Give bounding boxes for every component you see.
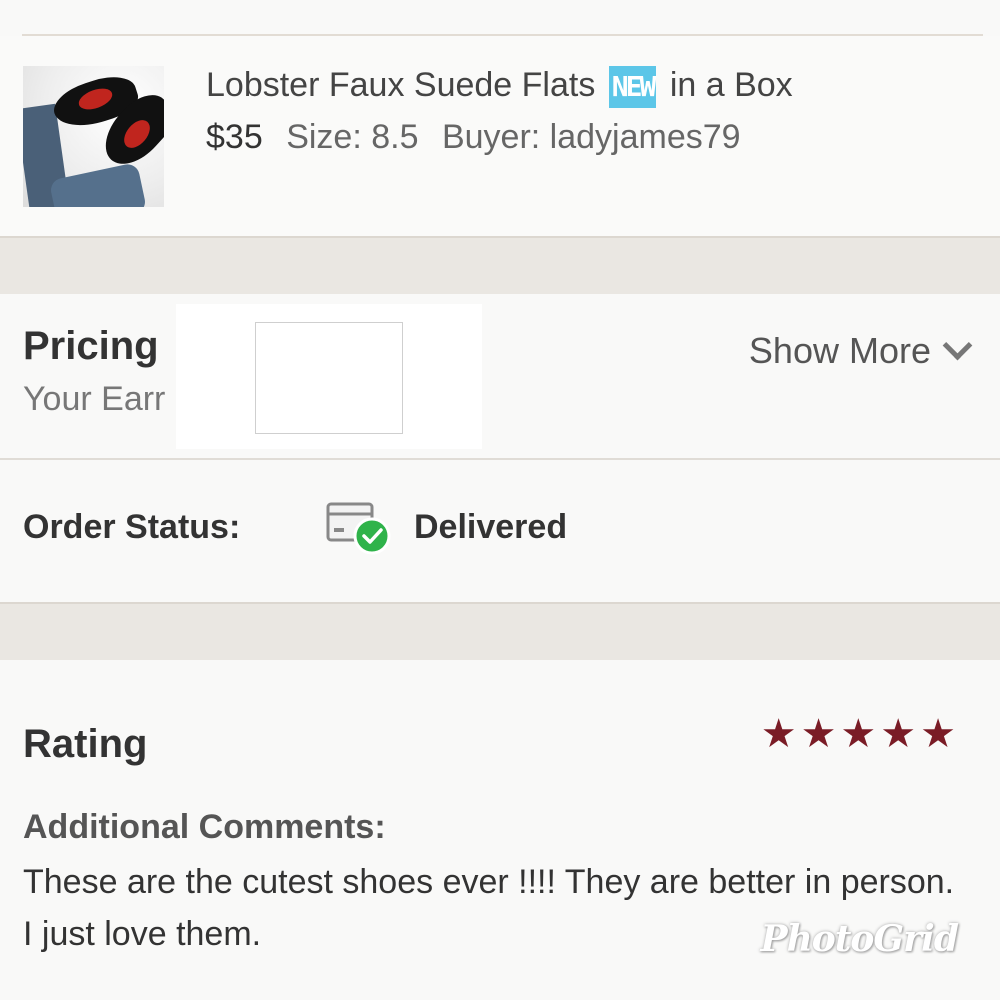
product-buyer: Buyer: ladyjames79: [441, 118, 741, 156]
pricing-section: Pricing Your Earr Show More: [0, 294, 1000, 458]
product-thumbnail[interactable]: [23, 66, 164, 207]
product-size: Size: 8.5: [286, 118, 419, 156]
section-separator: [0, 236, 1000, 296]
star-icon: ★: [840, 712, 877, 756]
pricing-earnings-label: Your Earr: [23, 380, 166, 418]
product-title[interactable]: Lobster Faux Suede Flats NEW in a Box: [206, 66, 793, 109]
section-separator: [0, 602, 1000, 662]
rating-section: Rating ★ ★ ★ ★ ★ Additional Comments: These …: [0, 660, 1000, 1000]
order-status-value: Delivered: [414, 508, 568, 546]
redaction-box: [255, 322, 403, 434]
chevron-down-icon: [942, 330, 973, 360]
additional-comments-label: Additional Comments:: [23, 808, 386, 846]
product-price: $35: [206, 118, 263, 156]
show-more-label: Show More: [748, 330, 931, 371]
photogrid-watermark: PhotoGrid: [760, 918, 959, 960]
star-icon: ★: [760, 712, 797, 756]
star-icon: ★: [800, 712, 837, 756]
product-meta: $35 Size: 8.5 Buyer: ladyjames79: [206, 118, 755, 157]
rating-title: Rating: [23, 722, 148, 766]
star-rating: ★ ★ ★ ★ ★: [761, 712, 956, 756]
show-more-button[interactable]: Show More: [748, 330, 973, 372]
product-title-suffix: in a Box: [669, 66, 793, 104]
product-row[interactable]: Lobster Faux Suede Flats NEW in a Box $3…: [0, 36, 1000, 236]
star-icon: ★: [880, 712, 917, 756]
new-badge: NEW: [608, 66, 657, 109]
pricing-title: Pricing: [23, 324, 159, 368]
delivered-box-icon: [326, 502, 391, 555]
product-title-text: Lobster Faux Suede Flats: [206, 66, 596, 104]
order-status-section: Order Status: Delivered: [0, 460, 1000, 602]
order-status-label: Order Status:: [23, 508, 241, 546]
star-icon: ★: [920, 712, 956, 756]
